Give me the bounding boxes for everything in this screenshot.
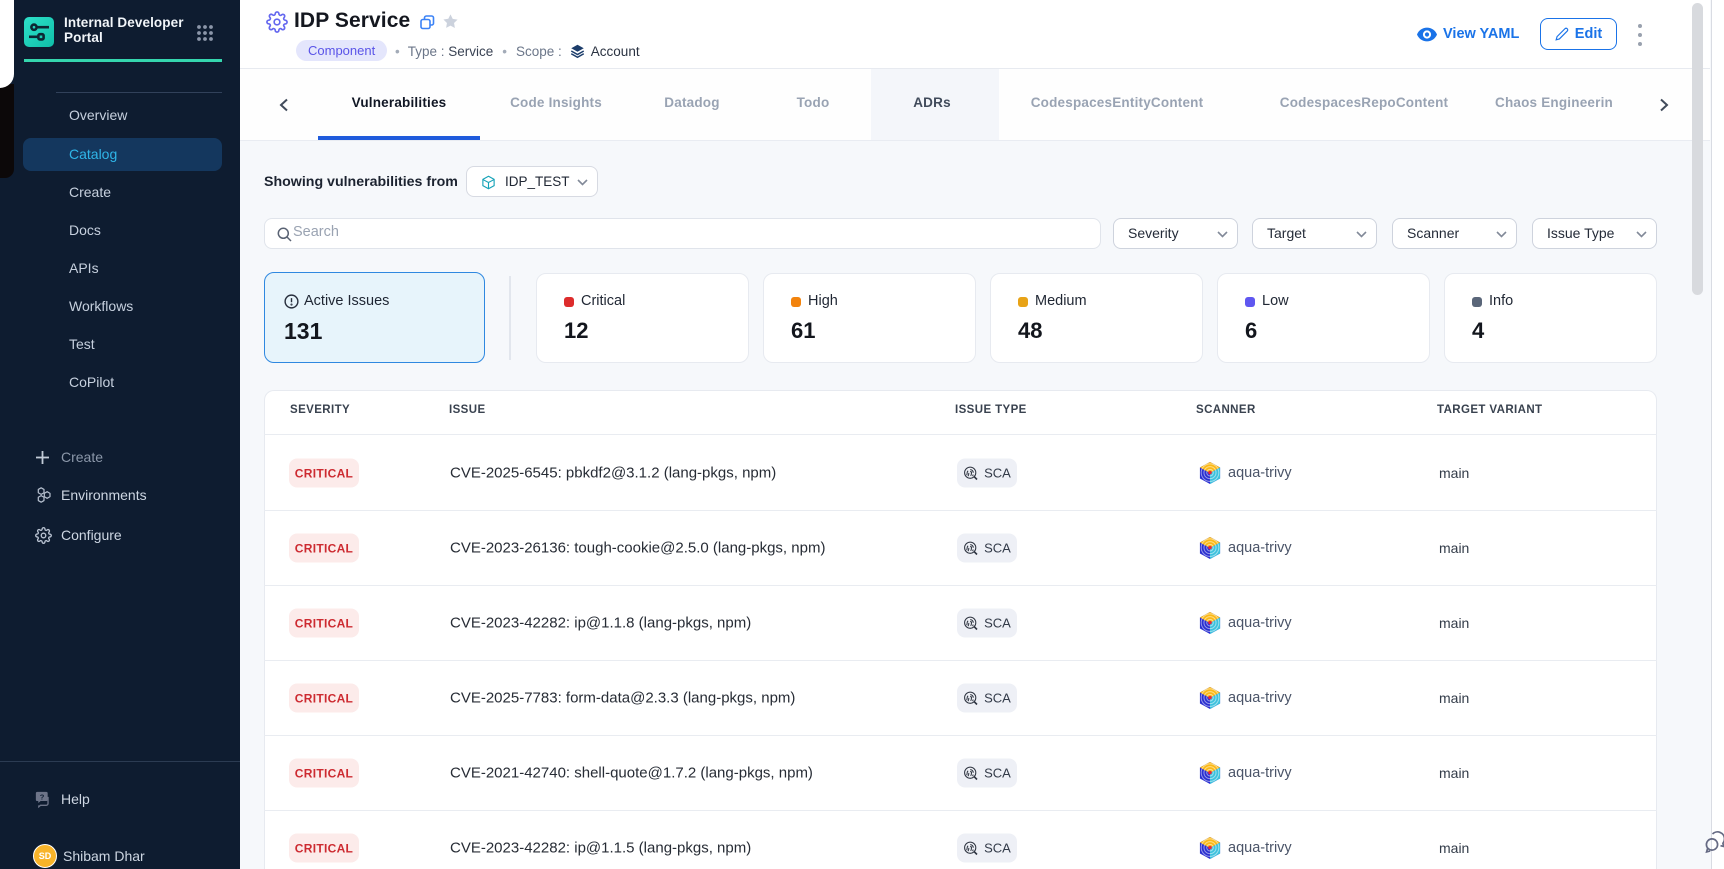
svg-text:?: ? (40, 792, 45, 801)
